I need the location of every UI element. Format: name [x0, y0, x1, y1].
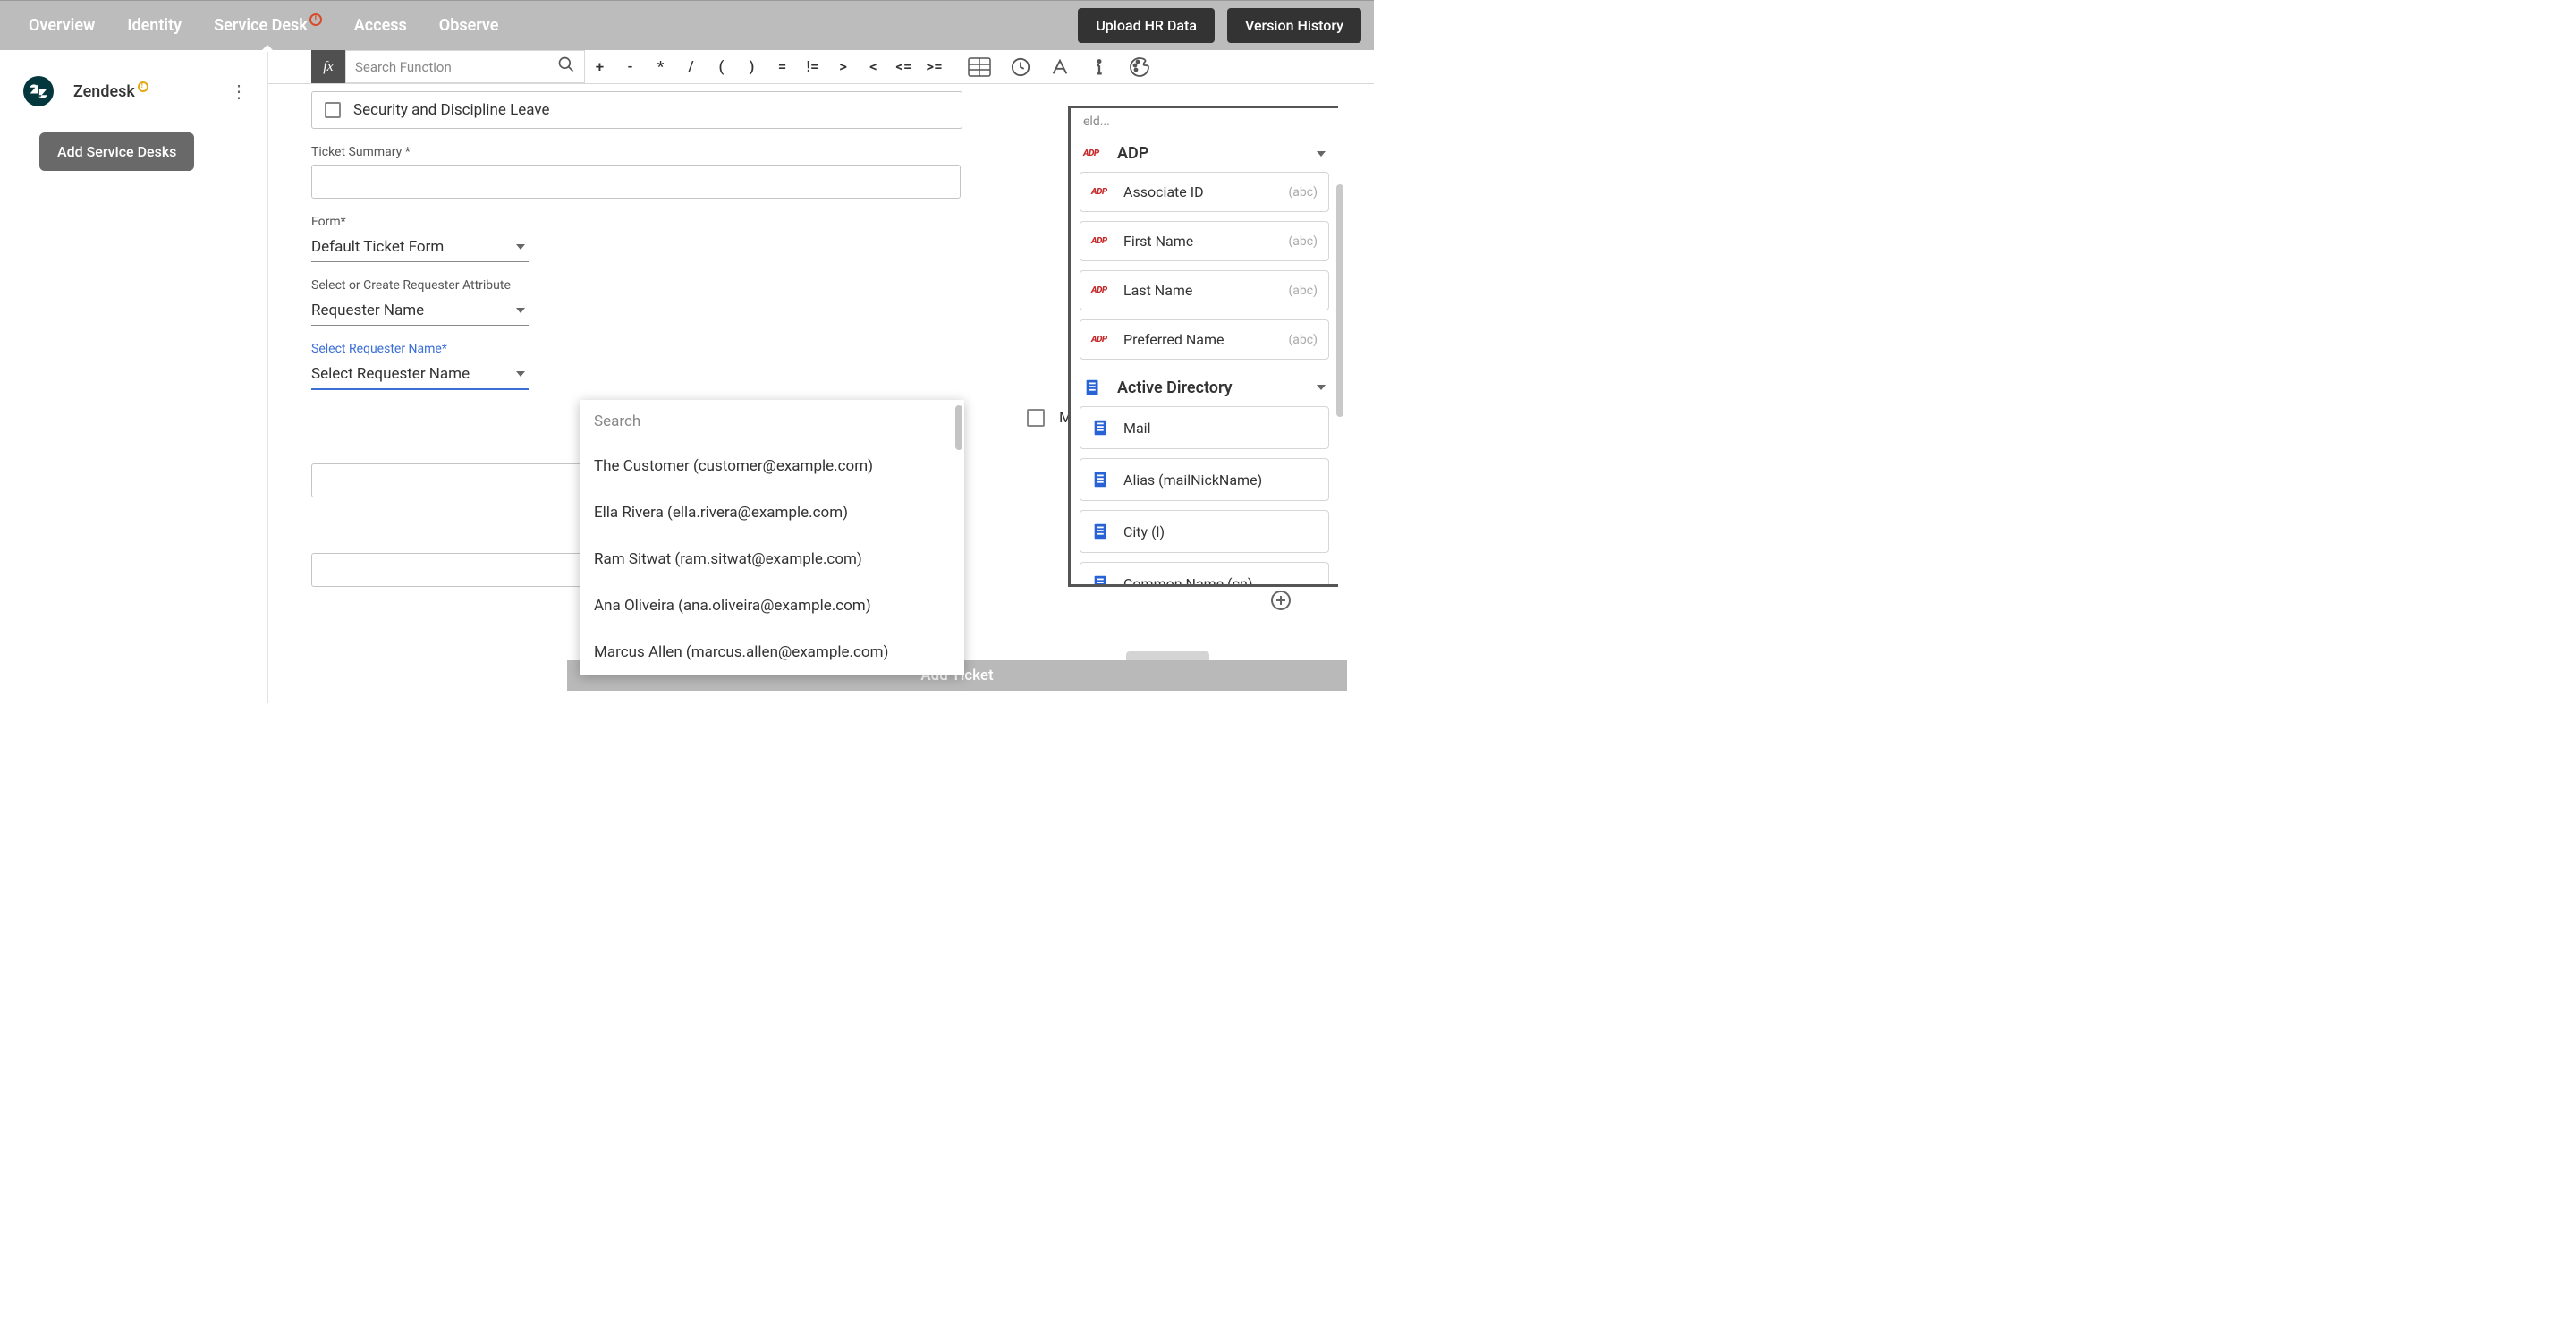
- search-function-input[interactable]: [355, 59, 557, 75]
- upload-hr-button[interactable]: Upload HR Data: [1078, 8, 1215, 43]
- adp-logo-icon: ADP: [1091, 285, 1113, 295]
- tab-access[interactable]: Access: [338, 1, 423, 51]
- adp-logo-icon: ADP: [1083, 149, 1105, 158]
- tab-service-desk[interactable]: Service Desk !: [198, 1, 338, 51]
- op-minus[interactable]: -: [615, 50, 646, 83]
- font-tool-icon[interactable]: [1050, 57, 1070, 77]
- chevron-down-icon: [516, 244, 525, 250]
- add-service-desks-button[interactable]: Add Service Desks: [39, 132, 194, 171]
- right-panel-scrollbar[interactable]: [1336, 184, 1343, 417]
- zendesk-logo-icon: [23, 76, 54, 106]
- requester-dropdown-popup: Search The Customer (customer@example.co…: [580, 400, 964, 675]
- adp-logo-icon: ADP: [1091, 335, 1113, 344]
- op-eq[interactable]: =: [767, 50, 798, 83]
- active-directory-icon: [1091, 470, 1113, 489]
- active-directory-icon: [1091, 574, 1113, 587]
- search-function-box[interactable]: [345, 50, 585, 83]
- group-ad-header[interactable]: Active Directory: [1071, 369, 1338, 406]
- group-ad-name: Active Directory: [1117, 378, 1317, 397]
- ticket-summary-input[interactable]: [311, 165, 961, 199]
- map-value-checkbox[interactable]: [1027, 409, 1045, 427]
- dropdown-search-row[interactable]: Search: [580, 400, 964, 443]
- dropdown-search-placeholder: Search: [594, 412, 640, 430]
- sidebar-app-name: Zendesk: [73, 82, 135, 101]
- chevron-down-icon: [1317, 151, 1326, 157]
- alert-icon: !: [309, 13, 322, 26]
- checkbox-label: Security and Discipline Leave: [353, 101, 550, 119]
- attributes-panel: eld... ADP ADP ADP Associate ID (abc) AD…: [1068, 106, 1338, 587]
- op-gte[interactable]: >=: [919, 50, 950, 83]
- op-neq[interactable]: !=: [798, 50, 828, 83]
- left-sidebar: Zendesk ⋮ Add Service Desks: [0, 50, 268, 703]
- attr-mail[interactable]: Mail: [1080, 406, 1329, 449]
- formula-toolbar: fx + - * / ( ) = != > < <= >=: [268, 50, 1374, 84]
- dropdown-option[interactable]: The Customer (customer@example.com): [580, 443, 964, 489]
- info-tool-icon[interactable]: [1089, 57, 1109, 77]
- group-adp-name: ADP: [1117, 144, 1317, 163]
- dropdown-option[interactable]: Ana Oliveira (ana.oliveira@example.com): [580, 582, 964, 629]
- attr-last-name[interactable]: ADP Last Name (abc): [1080, 270, 1329, 310]
- op-divide[interactable]: /: [676, 50, 707, 83]
- op-lt[interactable]: <: [859, 50, 889, 83]
- attr-associate-id[interactable]: ADP Associate ID (abc): [1080, 172, 1329, 212]
- op-lte[interactable]: <=: [889, 50, 919, 83]
- chevron-down-icon: [516, 308, 525, 313]
- chevron-down-icon: [1317, 385, 1326, 390]
- adp-logo-icon: ADP: [1091, 187, 1113, 197]
- requester-attr-select[interactable]: Requester Name: [311, 296, 529, 326]
- requester-attr-value: Requester Name: [311, 302, 424, 319]
- dropdown-option[interactable]: Ram Sitwat (ram.sitwat@example.com): [580, 536, 964, 582]
- search-icon[interactable]: [557, 55, 575, 78]
- version-history-button[interactable]: Version History: [1227, 8, 1361, 43]
- op-lparen[interactable]: (: [707, 50, 737, 83]
- kebab-menu-icon[interactable]: ⋮: [228, 81, 250, 102]
- op-gt[interactable]: >: [828, 50, 859, 83]
- active-directory-icon: [1091, 522, 1113, 541]
- dropdown-scrollbar[interactable]: [955, 405, 962, 450]
- table-tool-icon[interactable]: [968, 57, 991, 77]
- attr-alias[interactable]: Alias (mailNickName): [1080, 458, 1329, 501]
- adp-logo-icon: ADP: [1091, 236, 1113, 246]
- nav-tabs: Overview Identity Service Desk ! Access …: [13, 1, 514, 51]
- add-circle-icon[interactable]: [1270, 590, 1292, 615]
- tab-service-desk-label: Service Desk: [214, 16, 308, 35]
- checkbox-icon[interactable]: [325, 102, 341, 118]
- select-requester-dropdown[interactable]: Select Requester Name: [311, 360, 529, 390]
- op-plus[interactable]: +: [585, 50, 615, 83]
- attr-city[interactable]: City (l): [1080, 510, 1329, 553]
- dropdown-option[interactable]: Marcus Allen (marcus.allen@example.com): [580, 629, 964, 675]
- clock-tool-icon[interactable]: [1011, 57, 1030, 77]
- active-directory-icon: [1083, 378, 1105, 397]
- group-adp-header[interactable]: ADP ADP: [1071, 135, 1338, 172]
- top-nav: Overview Identity Service Desk ! Access …: [0, 0, 1374, 50]
- form-select-value: Default Ticket Form: [311, 238, 444, 256]
- chevron-down-icon: [516, 371, 525, 377]
- sidebar-app-row[interactable]: Zendesk ⋮: [0, 66, 267, 116]
- palette-tool-icon[interactable]: [1129, 56, 1150, 78]
- security-leave-checkbox-row[interactable]: Security and Discipline Leave: [311, 91, 962, 129]
- select-requester-value: Select Requester Name: [311, 365, 470, 383]
- main-content: fx + - * / ( ) = != > < <= >=: [268, 50, 1374, 703]
- attributes-panel-hint: eld...: [1071, 108, 1338, 135]
- op-multiply[interactable]: *: [646, 50, 676, 83]
- attr-common-name[interactable]: Common Name (cn): [1080, 562, 1329, 587]
- active-directory-icon: [1091, 418, 1113, 438]
- attr-first-name[interactable]: ADP First Name (abc): [1080, 221, 1329, 261]
- tab-overview[interactable]: Overview: [13, 1, 111, 51]
- form-select[interactable]: Default Ticket Form: [311, 233, 529, 262]
- warning-icon: [138, 81, 148, 92]
- dropdown-option[interactable]: Ella Rivera (ella.rivera@example.com): [580, 489, 964, 536]
- tab-observe[interactable]: Observe: [423, 1, 515, 51]
- attr-preferred-name[interactable]: ADP Preferred Name (abc): [1080, 319, 1329, 360]
- fx-button[interactable]: fx: [311, 50, 345, 83]
- tab-identity[interactable]: Identity: [111, 1, 198, 51]
- op-rparen[interactable]: ): [737, 50, 767, 83]
